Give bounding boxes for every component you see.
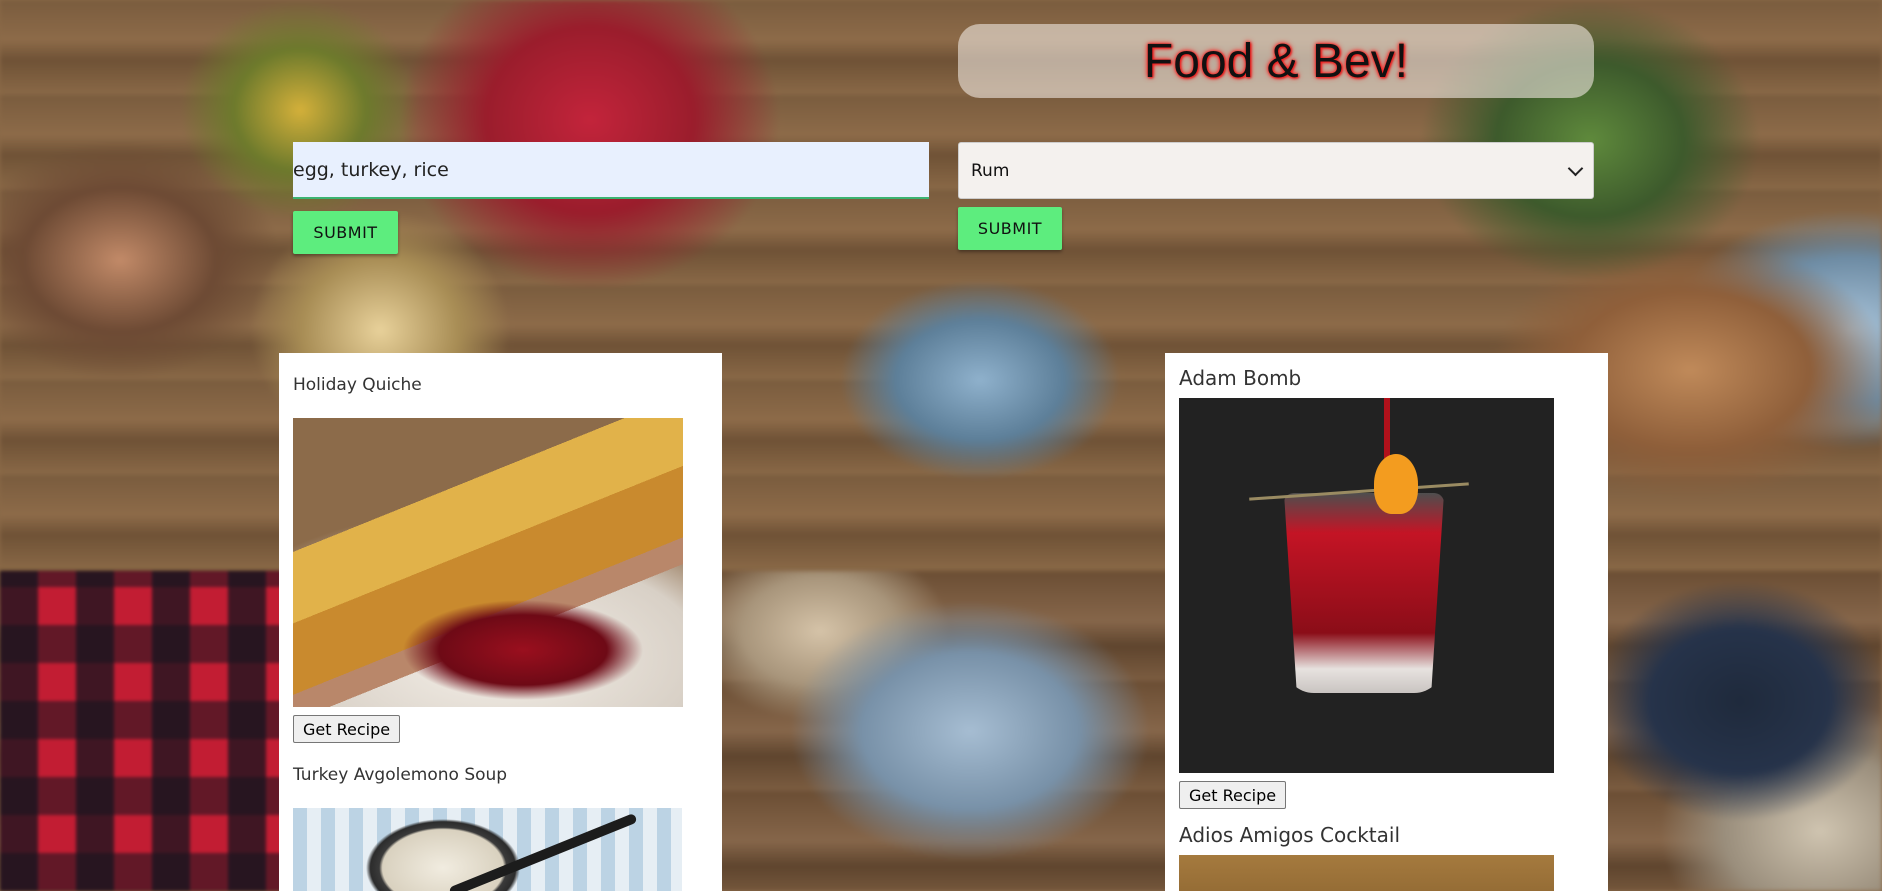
beverage-recipe-title: Adam Bomb: [1179, 366, 1302, 390]
beverage-select-value: Rum: [971, 160, 1010, 181]
food-get-recipe-button[interactable]: Get Recipe: [293, 715, 401, 743]
page-title: Food & Bev!: [1143, 34, 1409, 88]
chevron-down-icon: [1567, 160, 1584, 176]
beverage-results-panel: Adam Bomb Get Recipe Adios Amigos Cockta…: [1165, 353, 1608, 891]
background-plaid-shirt: [0, 571, 290, 891]
food-recipe-title: Turkey Avgolemono Soup: [293, 765, 508, 785]
beverage-submit-button[interactable]: SUBMIT: [958, 207, 1062, 250]
glass-shape: [1284, 493, 1444, 693]
food-recipe-image: [293, 418, 683, 707]
beverage-recipe-image: [1179, 398, 1554, 773]
food-results-panel: Holiday Quiche Get Recipe Turkey Avgolem…: [279, 353, 722, 891]
beverage-get-recipe-button[interactable]: Get Recipe: [1179, 781, 1287, 809]
food-recipe-title: Holiday Quiche: [293, 375, 422, 395]
orange-peel-shape: [1374, 454, 1418, 514]
food-recipe-image: [293, 808, 682, 891]
food-submit-button[interactable]: SUBMIT: [293, 211, 398, 254]
beverage-recipe-image: [1179, 855, 1554, 891]
food-ingredients-input[interactable]: [293, 142, 929, 199]
beverage-select[interactable]: Rum: [958, 142, 1594, 199]
page-header: Food & Bev!: [958, 24, 1594, 98]
beverage-recipe-title: Adios Amigos Cocktail: [1179, 823, 1401, 847]
spoon-shape: [448, 812, 638, 891]
